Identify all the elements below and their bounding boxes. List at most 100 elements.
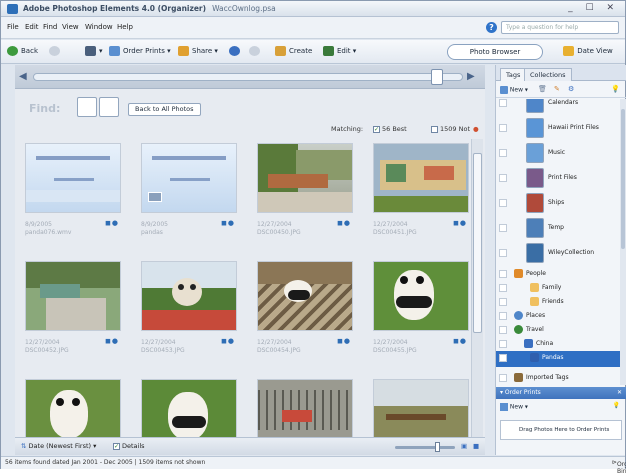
- help-search-input[interactable]: Type a question for help: [501, 21, 619, 34]
- photo-thumbnail[interactable]: [373, 379, 469, 437]
- photo-tag-badge-icon[interactable]: ◼●: [337, 219, 351, 227]
- new-tag-button[interactable]: New ▾: [500, 86, 528, 94]
- tag-category-travel[interactable]: Travel: [496, 323, 620, 337]
- menu-file[interactable]: File: [7, 23, 19, 31]
- timeline[interactable]: ◀ ▶: [15, 65, 485, 89]
- thumbnail-size-slider[interactable]: [395, 446, 455, 449]
- tag-checkbox[interactable]: [499, 174, 507, 182]
- photo-thumbnail[interactable]: [141, 379, 237, 437]
- view-options-icon[interactable]: ▾: [85, 46, 103, 56]
- tag-item[interactable]: Music: [496, 141, 620, 165]
- order-prints-new-button[interactable]: New ▾: [500, 403, 528, 411]
- tag-item[interactable]: Hawaii Print Files: [496, 116, 620, 140]
- tag-checkbox[interactable]: [499, 312, 507, 320]
- menu-help[interactable]: Help: [117, 23, 133, 31]
- tab-tags[interactable]: Tags: [500, 68, 527, 81]
- find-well-tag[interactable]: [77, 97, 97, 117]
- sort-order-select[interactable]: ⇅ Date (Newest First) ▾: [21, 442, 96, 450]
- photo-thumbnail[interactable]: [25, 143, 121, 213]
- photo-cell[interactable]: 12/27/2004 DSC00454.JPG ◼●: [253, 257, 357, 367]
- photo-cell[interactable]: ◼●: [137, 375, 241, 437]
- rotate-right-icon[interactable]: [249, 46, 263, 56]
- tag-category-places[interactable]: Places: [496, 309, 620, 323]
- photo-thumbnail[interactable]: [257, 143, 353, 213]
- photo-thumbnail[interactable]: [257, 379, 353, 437]
- photo-thumbnail[interactable]: [25, 379, 121, 437]
- delete-tag-icon[interactable]: 🗑: [538, 85, 547, 93]
- large-thumbnail-icon[interactable]: ▣: [461, 442, 467, 450]
- order-prints-button[interactable]: Order Prints ▾: [109, 46, 171, 56]
- menu-view[interactable]: View: [62, 23, 79, 31]
- photo-thumbnail[interactable]: [141, 261, 237, 331]
- forward-icon[interactable]: [49, 46, 63, 56]
- photo-tag-badge-icon[interactable]: ◼●: [337, 337, 351, 345]
- photo-cell[interactable]: 12/27/2004 DSC00453.JPG ◼●: [137, 257, 241, 367]
- tag-checkbox[interactable]: [499, 374, 507, 382]
- photo-cell[interactable]: ◼●: [369, 375, 469, 437]
- photo-tag-badge-icon[interactable]: ◼●: [221, 219, 235, 227]
- tag-list-scrollbar[interactable]: [620, 99, 626, 385]
- tag-category-family[interactable]: Family: [496, 281, 620, 295]
- close-icon[interactable]: ✕: [617, 389, 622, 396]
- menu-find[interactable]: Find: [43, 23, 57, 31]
- photo-cell[interactable]: 12/27/2004 DSC00455.JPG ◼●: [369, 257, 469, 367]
- create-button[interactable]: Create: [275, 46, 312, 56]
- tip-icon[interactable]: 💡: [611, 85, 620, 93]
- photo-thumbnail[interactable]: [373, 261, 469, 331]
- tag-item[interactable]: Calendars: [496, 99, 620, 115]
- photo-grid-scrollbar[interactable]: [471, 139, 483, 437]
- tag-checkbox[interactable]: [499, 298, 507, 306]
- order-prints-header[interactable]: ▾ Order Prints ✕: [496, 387, 626, 399]
- tag-category-imported[interactable]: Imported Tags: [496, 371, 620, 385]
- photo-tag-badge-icon[interactable]: ◼●: [453, 337, 467, 345]
- photo-cell[interactable]: 12/27/2004 DSC00451.JPG ◼●: [369, 139, 469, 249]
- timeline-right-arrow-icon[interactable]: ▶: [467, 71, 475, 82]
- photo-browser-tab[interactable]: Photo Browser: [447, 44, 543, 60]
- tag-checkbox[interactable]: [499, 326, 507, 334]
- photo-cell[interactable]: ◼●: [21, 375, 125, 437]
- photo-cell[interactable]: 12/27/2004 DSC00450.JPG ◼●: [253, 139, 357, 249]
- tag-category-friends[interactable]: Friends: [496, 295, 620, 309]
- tag-options-icon[interactable]: ⚙: [568, 85, 574, 93]
- order-prints-drop-zone[interactable]: Drag Photos Here to Order Prints: [500, 420, 622, 440]
- tag-category-people[interactable]: People: [496, 267, 620, 281]
- tag-item[interactable]: Temp: [496, 216, 620, 240]
- back-to-all-photos-button[interactable]: Back to All Photos: [128, 103, 201, 116]
- photo-cell[interactable]: 8/9/2005 pandas ◼●: [137, 139, 241, 249]
- photo-cell[interactable]: 8/9/2005 panda076.wmv ◼●: [21, 139, 125, 249]
- photo-tag-badge-icon[interactable]: ◼●: [453, 219, 467, 227]
- window-controls[interactable]: _ ☐ ✕: [568, 3, 619, 13]
- tag-item[interactable]: Ships: [496, 191, 620, 215]
- order-tip-icon[interactable]: 💡: [613, 402, 620, 409]
- tag-checkbox[interactable]: [499, 99, 507, 107]
- tag-category-pandas[interactable]: Pandas: [496, 351, 620, 367]
- edit-tag-icon[interactable]: ✎: [554, 85, 560, 93]
- photo-thumbnail[interactable]: [141, 143, 237, 213]
- tag-checkbox[interactable]: [499, 224, 507, 232]
- tag-checkbox[interactable]: [499, 199, 507, 207]
- tag-checkbox[interactable]: [499, 270, 507, 278]
- single-photo-icon[interactable]: ■: [473, 442, 479, 450]
- back-button[interactable]: Back: [7, 46, 38, 56]
- photo-tag-badge-icon[interactable]: ◼●: [105, 337, 119, 345]
- tag-checkbox[interactable]: [499, 354, 507, 362]
- tag-checkbox[interactable]: [499, 149, 507, 157]
- tab-collections[interactable]: Collections: [524, 68, 572, 81]
- tag-checkbox[interactable]: [499, 124, 507, 132]
- photo-thumbnail[interactable]: [25, 261, 121, 331]
- best-match-checkbox[interactable]: ✓ 56 Best: [373, 125, 407, 133]
- timeline-track[interactable]: [33, 73, 463, 81]
- rotate-icon[interactable]: [229, 46, 243, 56]
- photo-thumbnail[interactable]: [257, 261, 353, 331]
- not-match-checkbox[interactable]: 1509 Not ●: [431, 125, 479, 133]
- photo-tag-badge-icon[interactable]: ◼●: [105, 219, 119, 227]
- tag-checkbox[interactable]: [499, 249, 507, 257]
- timeline-left-arrow-icon[interactable]: ◀: [19, 71, 27, 82]
- photo-thumbnail[interactable]: [373, 143, 469, 213]
- photo-tag-badge-icon[interactable]: ◼●: [221, 337, 235, 345]
- photo-cell[interactable]: 12/27/2004 DSC00452.JPG ◼●: [21, 257, 125, 367]
- photo-cell[interactable]: ◼●: [253, 375, 357, 437]
- tag-item[interactable]: Print Files: [496, 166, 620, 190]
- menu-edit[interactable]: Edit: [25, 23, 39, 31]
- edit-button[interactable]: Edit ▾: [323, 46, 356, 56]
